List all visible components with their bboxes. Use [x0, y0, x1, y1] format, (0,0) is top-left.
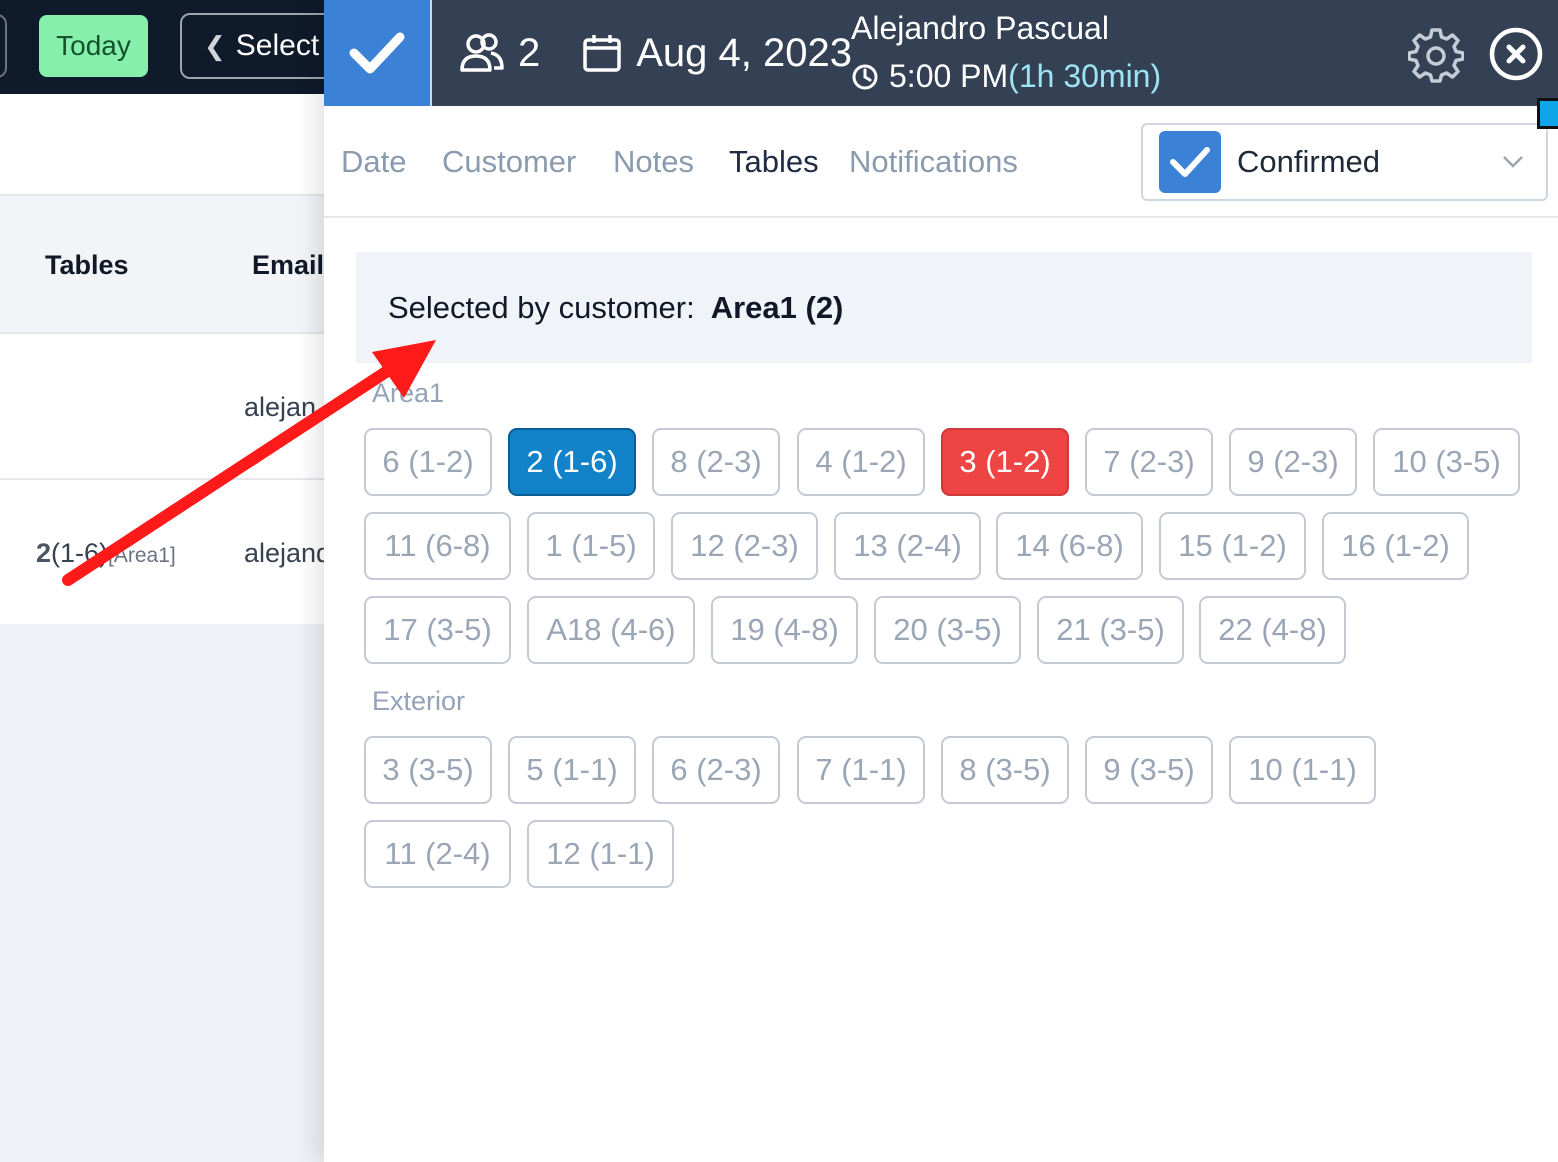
- customer-name: Alejandro Pascual: [851, 10, 1109, 46]
- tab-customer[interactable]: Customer: [442, 144, 576, 180]
- table-button[interactable]: 1 (1-5): [527, 512, 655, 580]
- divider: [0, 332, 340, 334]
- table-button[interactable]: 19 (4-8): [711, 596, 858, 664]
- status-label: Confirmed: [1237, 144, 1380, 179]
- table-button[interactable]: A18 (4-6): [527, 596, 695, 664]
- duration-value: (1h 30min): [1008, 58, 1162, 94]
- background-edge-button[interactable]: [0, 14, 7, 78]
- table-button[interactable]: 7 (2-3): [1085, 428, 1213, 496]
- divider: [0, 478, 340, 480]
- clock-icon: [852, 64, 878, 89]
- table-button[interactable]: 11 (6-8): [364, 512, 511, 580]
- confirm-button[interactable]: [324, 0, 432, 106]
- booking-date: Aug 4, 2023: [636, 30, 852, 75]
- select-label: Select: [235, 29, 320, 62]
- status-check-icon: [1159, 131, 1221, 193]
- tab-date[interactable]: Date: [341, 144, 406, 180]
- table-button[interactable]: 4 (1-2): [797, 428, 925, 496]
- selected-value: Area1 (2): [710, 289, 844, 325]
- table-button[interactable]: 6 (1-2): [364, 428, 492, 496]
- column-header-tables: Tables: [45, 250, 129, 280]
- guest-count: 2: [518, 30, 541, 75]
- edge-marker: [1537, 98, 1558, 129]
- tab-notes[interactable]: Notes: [613, 144, 694, 180]
- column-header-email: Email: [252, 250, 325, 280]
- table-button[interactable]: 2 (1-6): [508, 428, 636, 496]
- guests-icon: [460, 33, 504, 72]
- table-button[interactable]: 10 (3-5): [1373, 428, 1520, 496]
- calendar-icon: [583, 35, 621, 72]
- tab-tables[interactable]: Tables: [729, 144, 819, 180]
- table-button[interactable]: 5 (1-1): [508, 736, 636, 804]
- table-button[interactable]: 3 (3-5): [364, 736, 492, 804]
- table-button[interactable]: 14 (6-8): [996, 512, 1143, 580]
- area-title-exterior: Exterior: [372, 686, 466, 716]
- table-button[interactable]: 8 (2-3): [652, 428, 780, 496]
- table-button[interactable]: 20 (3-5): [874, 596, 1021, 664]
- table-button[interactable]: 10 (1-1): [1229, 736, 1376, 804]
- table-button[interactable]: 13 (2-4): [834, 512, 981, 580]
- table-button[interactable]: 9 (3-5): [1085, 736, 1213, 804]
- panel-tabs: Date Customer Notes Tables Notifications…: [324, 106, 1558, 218]
- booking-panel: 2 Aug 4, 2023 Alejandro Pascual 5:00 PM(…: [324, 0, 1558, 1162]
- table-button[interactable]: 9 (2-3): [1229, 428, 1357, 496]
- check-icon: [349, 32, 405, 74]
- today-button[interactable]: Today: [39, 15, 148, 77]
- table-button[interactable]: 6 (2-3): [652, 736, 780, 804]
- row2-table-number: 2: [36, 538, 52, 568]
- time-value: 5:00 PM: [889, 58, 1009, 94]
- table-button[interactable]: 22 (4-8): [1199, 596, 1346, 664]
- status-select[interactable]: Confirmed: [1141, 123, 1548, 201]
- table-button[interactable]: 11 (2-4): [364, 820, 511, 888]
- row1-email: alejan: [244, 392, 317, 422]
- booking-summary: 2 Aug 4, 2023: [460, 0, 852, 106]
- close-icon[interactable]: [1488, 26, 1544, 82]
- table-button[interactable]: 7 (1-1): [797, 736, 925, 804]
- panel-header: 2 Aug 4, 2023 Alejandro Pascual 5:00 PM(…: [324, 0, 1558, 106]
- selected-by-customer: Selected by customer: Area1 (2): [356, 252, 1532, 363]
- table-button[interactable]: 12 (2-3): [671, 512, 818, 580]
- table-button[interactable]: 17 (3-5): [364, 596, 511, 664]
- table-button[interactable]: 16 (1-2): [1322, 512, 1469, 580]
- row2-email: alejand: [244, 538, 332, 568]
- table-button[interactable]: 21 (3-5): [1037, 596, 1184, 664]
- row2-table-range: (1-6): [51, 538, 109, 568]
- row2-tables: 2(1-6)[Area1]: [36, 538, 176, 569]
- chevron-down-icon: [1503, 156, 1523, 168]
- table-button[interactable]: 3 (1-2): [941, 428, 1069, 496]
- table-button[interactable]: 12 (1-1): [527, 820, 674, 888]
- table-button[interactable]: 15 (1-2): [1159, 512, 1306, 580]
- row2-table-area: [Area1]: [108, 544, 176, 567]
- booking-time: 5:00 PM(1h 30min): [851, 58, 1161, 95]
- chevron-left-icon: ❮: [204, 30, 226, 61]
- tab-notifications[interactable]: Notifications: [849, 144, 1018, 180]
- area-title-area1: Area1: [372, 378, 445, 408]
- selected-label: Selected by customer:: [388, 289, 695, 325]
- table-button[interactable]: 8 (3-5): [941, 736, 1069, 804]
- gear-icon[interactable]: [1408, 28, 1464, 84]
